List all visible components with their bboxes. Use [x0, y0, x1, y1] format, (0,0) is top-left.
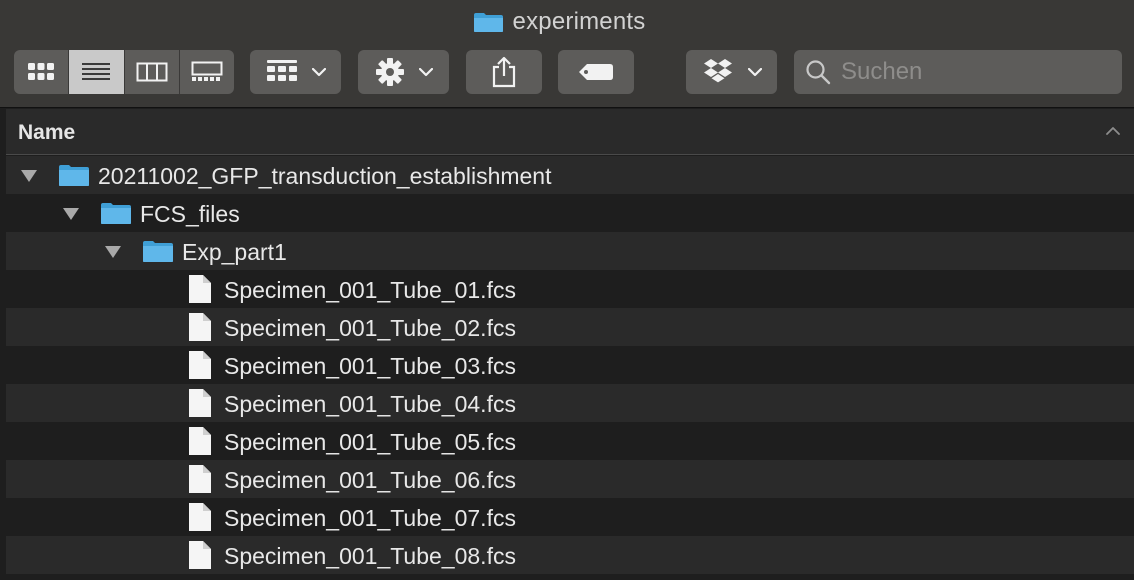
list-item[interactable]: 20211002_GFP_transduction_establishment — [6, 156, 1134, 194]
disclosure-triangle-icon[interactable] — [62, 207, 80, 221]
tag-icon — [579, 64, 613, 80]
folder-icon — [143, 241, 173, 262]
document-icon — [189, 427, 211, 455]
gallery-view-button[interactable] — [180, 50, 234, 94]
list-item[interactable]: Specimen_001_Tube_08.fcs — [6, 536, 1134, 574]
file-name: Specimen_001_Tube_02.fcs — [224, 315, 516, 341]
folder-icon — [473, 13, 503, 32]
view-switcher — [14, 50, 234, 94]
disclosure-triangle-icon[interactable] — [104, 245, 122, 259]
toolbar: experiments — [0, 0, 1134, 108]
document-icon — [189, 465, 211, 493]
search-icon — [806, 60, 831, 85]
share-icon — [492, 56, 516, 88]
folder-name: Exp_part1 — [182, 239, 287, 265]
list-item[interactable]: Specimen_001_Tube_05.fcs — [6, 422, 1134, 460]
chevron-up-icon — [1106, 127, 1120, 135]
dropbox-button[interactable] — [686, 50, 777, 94]
document-icon — [189, 541, 211, 569]
file-name: Specimen_001_Tube_07.fcs — [224, 505, 516, 531]
document-icon — [189, 389, 211, 417]
file-name: Specimen_001_Tube_03.fcs — [224, 353, 516, 379]
folder-name: FCS_files — [140, 201, 240, 227]
chevron-down-icon — [311, 67, 326, 76]
list-rows: 20211002_GFP_transduction_establishment F… — [6, 156, 1134, 574]
chevron-down-icon — [747, 67, 762, 76]
list-item[interactable]: Specimen_001_Tube_03.fcs — [6, 346, 1134, 384]
column-view-button[interactable] — [125, 50, 180, 94]
list-item[interactable]: FCS_files — [6, 194, 1134, 232]
grid-icon — [28, 63, 55, 80]
search-input[interactable] — [839, 57, 1113, 87]
document-icon — [189, 351, 211, 379]
column-header-label: Name — [18, 121, 76, 144]
column-header-name[interactable]: Name — [6, 109, 1134, 155]
list-icon — [82, 63, 111, 80]
file-name: Specimen_001_Tube_05.fcs — [224, 429, 516, 455]
list-view-button[interactable] — [69, 50, 125, 94]
document-icon — [189, 313, 211, 341]
document-icon — [189, 503, 211, 531]
list-item[interactable]: Specimen_001_Tube_04.fcs — [6, 384, 1134, 422]
tag-button[interactable] — [558, 50, 634, 94]
icon-view-button[interactable] — [14, 50, 70, 94]
file-name: Specimen_001_Tube_08.fcs — [224, 543, 516, 569]
dropbox-icon — [703, 59, 732, 83]
group-by-button[interactable] — [250, 50, 341, 94]
search-field[interactable] — [794, 50, 1122, 94]
folder-icon — [59, 165, 89, 186]
list-item[interactable]: Specimen_001_Tube_02.fcs — [6, 308, 1134, 346]
window-title-text: experiments — [512, 8, 646, 35]
document-icon — [189, 275, 211, 303]
file-list: Name 20211002_GFP_transduction_establish… — [6, 109, 1134, 580]
file-name: Specimen_001_Tube_04.fcs — [224, 391, 516, 417]
group-grid-icon — [266, 60, 297, 81]
list-item[interactable]: Specimen_001_Tube_07.fcs — [6, 498, 1134, 536]
list-item[interactable]: Exp_part1 — [6, 232, 1134, 270]
action-button[interactable] — [358, 50, 449, 94]
window-title: experiments — [0, 8, 1134, 36]
gallery-icon — [191, 61, 223, 81]
gear-icon — [375, 58, 404, 86]
file-name: Specimen_001_Tube_01.fcs — [224, 277, 516, 303]
file-name: Specimen_001_Tube_06.fcs — [224, 467, 516, 493]
chevron-down-icon — [418, 67, 433, 76]
disclosure-triangle-icon[interactable] — [20, 169, 38, 183]
finder-window: experiments Suchen Name 20211002_GFP_tra… — [0, 0, 1134, 580]
list-item[interactable]: Specimen_001_Tube_06.fcs — [6, 460, 1134, 498]
folder-name: 20211002_GFP_transduction_establishment — [98, 163, 552, 189]
folder-icon — [101, 203, 131, 224]
share-button[interactable] — [466, 50, 542, 94]
list-item[interactable]: Specimen_001_Tube_01.fcs — [6, 270, 1134, 308]
columns-icon — [136, 62, 168, 82]
